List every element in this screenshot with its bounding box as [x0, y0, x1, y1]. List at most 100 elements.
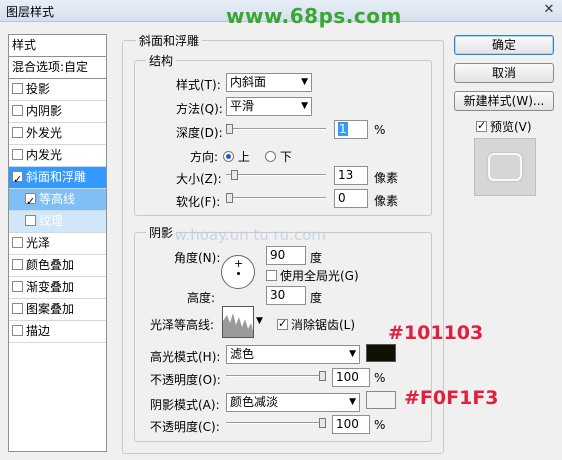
highlight-color-swatch[interactable] — [366, 344, 396, 362]
window-title: 图层样式 — [6, 5, 55, 19]
styles-header[interactable]: 样式 — [9, 35, 106, 57]
preview-thumbnail — [474, 138, 536, 196]
checkbox-icon[interactable] — [25, 215, 36, 226]
size-input[interactable]: 13 — [334, 166, 368, 185]
altitude-label: 高度: — [187, 291, 216, 305]
checkbox-checked-icon[interactable] — [12, 169, 23, 190]
angle-unit: 度 — [310, 251, 323, 265]
highlight-mode-label: 高光模式(H): — [150, 350, 221, 364]
bevel-emboss-title: 斜面和浮雕 — [136, 32, 203, 49]
dropdown-arrow-icon: ▼ — [301, 77, 308, 87]
blend-options-item[interactable]: 混合选项:自定 — [9, 57, 106, 79]
checkbox-icon[interactable] — [12, 303, 23, 314]
dial-center-icon — [237, 272, 240, 275]
preview-shape — [488, 153, 522, 181]
soften-unit: 像素 — [374, 194, 399, 208]
checkbox-icon[interactable] — [12, 105, 23, 116]
size-slider-thumb[interactable] — [230, 170, 238, 180]
checkbox-icon[interactable] — [12, 259, 23, 270]
shadow-color-swatch[interactable] — [366, 391, 396, 409]
size-unit: 像素 — [374, 171, 399, 185]
style-item-satin[interactable]: 光泽 — [9, 233, 106, 255]
checkbox-icon[interactable] — [12, 83, 23, 94]
soften-label: 软化(F): — [176, 195, 221, 209]
technique-select[interactable]: 平滑 ▼ — [226, 97, 312, 116]
checkbox-icon[interactable] — [12, 149, 23, 160]
style-item-bevel-emboss[interactable]: 斜面和浮雕 — [9, 167, 106, 190]
dropdown-arrow-icon: ▼ — [301, 101, 308, 111]
highlight-mode-select[interactable]: 滤色 ▼ — [226, 345, 360, 364]
highlight-opacity-label: 不透明度(O): — [150, 373, 221, 387]
shadow-opacity-label: 不透明度(C): — [150, 420, 220, 434]
direction-up-radio[interactable]: 上 — [223, 148, 250, 165]
size-label: 大小(Z): — [176, 172, 222, 186]
checkbox-icon[interactable] — [266, 270, 277, 281]
new-style-button[interactable]: 新建样式(W)... — [454, 91, 554, 111]
watermark: www.68ps.com — [226, 4, 402, 28]
dropdown-arrow-icon: ▼ — [349, 397, 356, 407]
highlight-opacity-unit: % — [374, 371, 386, 385]
style-item-color-overlay[interactable]: 颜色叠加 — [9, 255, 106, 277]
shadow-opacity-track[interactable] — [226, 422, 326, 424]
contour-dropdown-icon[interactable]: ▼ — [256, 316, 263, 326]
close-icon[interactable]: ✕ — [538, 1, 560, 19]
style-item-contour[interactable]: 等高线 — [9, 189, 106, 212]
angle-dial[interactable]: + — [221, 255, 255, 289]
style-item-outer-glow[interactable]: 外发光 — [9, 123, 106, 145]
style-item-drop-shadow[interactable]: 投影 — [9, 79, 106, 101]
style-item-texture[interactable]: 纹理 — [9, 211, 106, 233]
direction-down-radio[interactable]: 下 — [265, 148, 292, 165]
cancel-button[interactable]: 取消 — [454, 63, 554, 83]
preview-checkbox[interactable]: 预览(V) — [476, 118, 532, 135]
angle-label: 角度(N): — [174, 251, 221, 265]
soften-slider-thumb[interactable] — [226, 193, 233, 203]
gloss-contour-label: 光泽等高线: — [150, 318, 215, 332]
size-slider-track[interactable] — [226, 174, 326, 176]
altitude-input[interactable]: 30 — [266, 286, 306, 305]
dropdown-arrow-icon: ▼ — [349, 349, 356, 359]
shadow-opacity-thumb[interactable] — [319, 418, 326, 428]
checkbox-icon[interactable] — [12, 325, 23, 336]
checkbox-checked-icon[interactable] — [277, 317, 288, 330]
ok-button[interactable]: 确定 — [454, 35, 554, 55]
checkbox-checked-icon[interactable] — [476, 119, 487, 132]
depth-unit: % — [374, 123, 386, 137]
depth-slider-track[interactable] — [226, 128, 326, 130]
contour-curve-icon — [223, 313, 253, 337]
gloss-contour-preview[interactable] — [222, 306, 254, 338]
depth-label: 深度(D): — [176, 126, 223, 140]
checkbox-icon[interactable] — [12, 127, 23, 138]
style-item-gradient-overlay[interactable]: 渐变叠加 — [9, 277, 106, 299]
radio-selected-icon[interactable] — [223, 151, 234, 162]
shadow-hex-annotation: #F0F1F3 — [404, 387, 499, 409]
antialias-checkbox[interactable]: 消除锯齿(L) — [277, 316, 355, 333]
soften-input[interactable]: 0 — [334, 189, 368, 208]
style-item-stroke[interactable]: 描边 — [9, 321, 106, 343]
checkbox-icon[interactable] — [12, 281, 23, 292]
shadow-opacity-input[interactable]: 100 — [332, 415, 370, 434]
global-light-checkbox[interactable]: 使用全局光(G) — [266, 267, 359, 284]
shadow-mode-label: 阴影模式(A): — [150, 398, 220, 412]
direction-label: 方向: — [190, 150, 219, 164]
depth-input[interactable]: 1 — [334, 120, 368, 139]
shadow-mode-select[interactable]: 颜色减淡 ▼ — [226, 393, 360, 412]
highlight-hex-annotation: #101103 — [388, 322, 484, 344]
depth-slider-thumb[interactable] — [226, 124, 233, 134]
soften-slider-track[interactable] — [226, 197, 326, 199]
highlight-opacity-input[interactable]: 100 — [332, 368, 370, 387]
shading-title: 阴影 — [146, 224, 177, 241]
checkbox-checked-icon[interactable] — [25, 191, 36, 212]
highlight-opacity-track[interactable] — [226, 375, 326, 377]
style-label: 样式(T): — [176, 78, 221, 92]
angle-input[interactable]: 90 — [266, 246, 306, 265]
crosshair-icon: + — [234, 257, 244, 270]
radio-icon[interactable] — [265, 151, 276, 162]
style-select[interactable]: 内斜面 ▼ — [226, 73, 312, 92]
style-item-inner-glow[interactable]: 内发光 — [9, 145, 106, 167]
checkbox-icon[interactable] — [12, 237, 23, 248]
shadow-opacity-unit: % — [374, 418, 386, 432]
highlight-opacity-thumb[interactable] — [319, 371, 326, 381]
style-item-inner-shadow[interactable]: 内阴影 — [9, 101, 106, 123]
styles-list: 样式 混合选项:自定 投影 内阴影 外发光 内发光 斜面和浮雕 等高线 纹理 光… — [8, 34, 107, 452]
style-item-pattern-overlay[interactable]: 图案叠加 — [9, 299, 106, 321]
